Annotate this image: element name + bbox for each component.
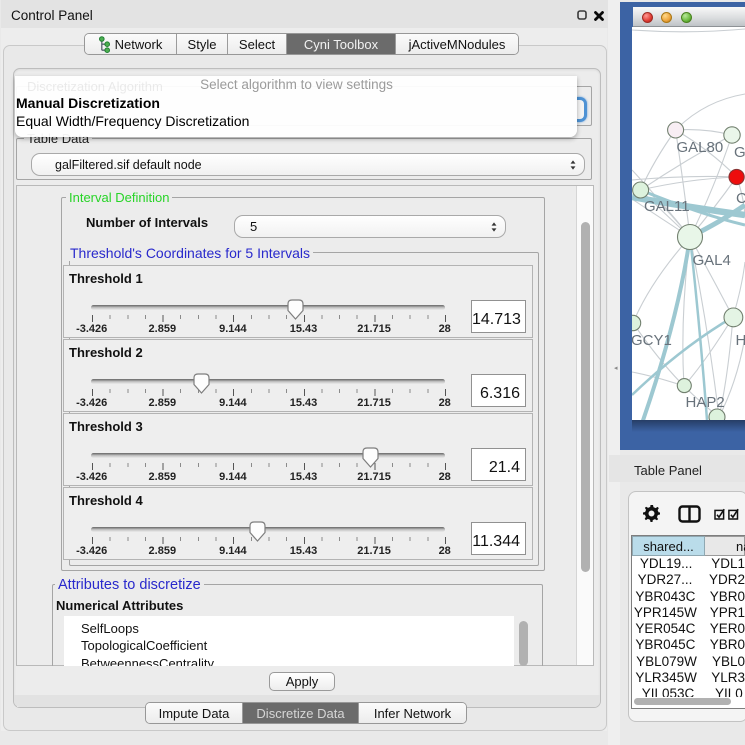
svg-text:GAL80: GAL80 — [677, 139, 724, 156]
svg-text:G.: G. — [734, 144, 745, 161]
svg-text:GAL11: GAL11 — [644, 198, 690, 215]
svg-text:H: H — [736, 332, 745, 349]
svg-text:GCY1: GCY1 — [632, 332, 672, 349]
svg-text:GAL4: GAL4 — [693, 252, 731, 269]
svg-text:C: C — [736, 190, 745, 207]
svg-text:HAP2: HAP2 — [686, 394, 725, 411]
